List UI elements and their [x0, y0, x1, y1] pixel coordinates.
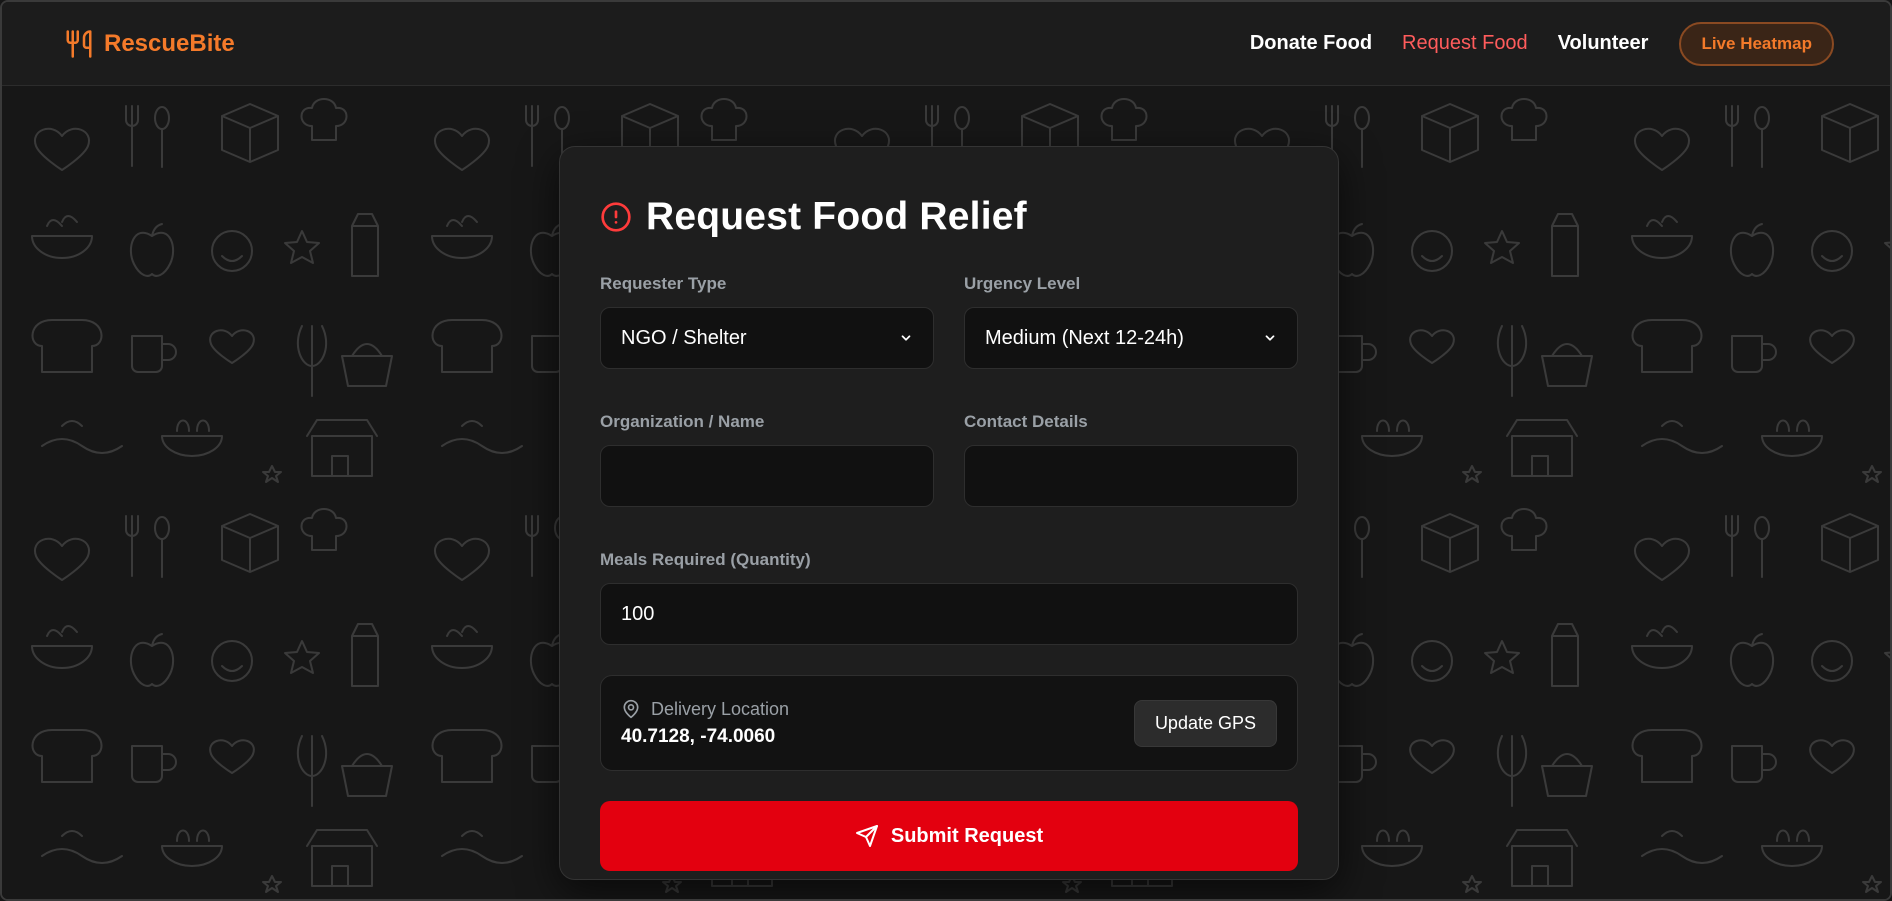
organization-name-input[interactable]	[600, 445, 934, 507]
delivery-location-coords: 40.7128, -74.0060	[621, 725, 776, 747]
delivery-location-info: Delivery Location 40.7128, -74.0060	[621, 699, 789, 748]
organization-name-field: Organization / Name	[600, 411, 934, 507]
submit-request-button[interactable]: Submit Request	[600, 801, 1298, 871]
urgency-level-select[interactable]: Medium (Next 12-24h)	[964, 307, 1298, 369]
requester-type-value: NGO / Shelter	[621, 326, 747, 349]
contact-details-field: Contact Details	[964, 411, 1298, 507]
nav-links: Donate Food Request Food Volunteer Live …	[1250, 21, 1834, 66]
requester-type-label: Requester Type	[600, 274, 727, 293]
form-row-type-urgency: Requester Type NGO / Shelter Urgency Lev…	[600, 273, 1298, 369]
meals-required-field: Meals Required (Quantity)	[600, 549, 1298, 645]
send-icon	[855, 825, 878, 847]
submit-request-label: Submit Request	[890, 824, 1044, 847]
request-form-card: Request Food Relief Requester Type NGO /…	[559, 146, 1339, 880]
alert-circle-icon	[601, 202, 631, 232]
page-title: Request Food Relief	[646, 195, 1027, 238]
update-gps-button[interactable]: Update GPS	[1133, 699, 1277, 747]
urgency-level-value: Medium (Next 12-24h)	[985, 326, 1184, 349]
form-row-meals: Meals Required (Quantity)	[600, 549, 1298, 645]
chevron-down-icon	[1265, 335, 1275, 341]
urgency-level-field: Urgency Level Medium (Next 12-24h)	[964, 273, 1298, 369]
live-heatmap-button[interactable]: Live Heatmap	[1679, 21, 1834, 66]
organization-name-label: Organization / Name	[600, 412, 765, 431]
contact-details-input[interactable]	[964, 445, 1298, 507]
form-row-name-contact: Organization / Name Contact Details	[600, 411, 1298, 507]
top-navbar: RescueBite Donate Food Request Food Volu…	[2, 2, 1890, 86]
chevron-down-icon	[901, 335, 911, 341]
contact-details-label: Contact Details	[964, 412, 1088, 431]
card-header: Request Food Relief	[600, 191, 1298, 243]
delivery-location-label-row: Delivery Location	[621, 699, 789, 720]
brand-name: RescueBite	[104, 29, 235, 57]
app-window: RescueBite Donate Food Request Food Volu…	[0, 0, 1892, 901]
brand[interactable]: RescueBite	[64, 29, 235, 59]
delivery-location-label: Delivery Location	[651, 698, 790, 719]
nav-link-request-food[interactable]: Request Food	[1402, 32, 1528, 55]
requester-type-field: Requester Type NGO / Shelter	[600, 273, 934, 369]
map-pin-icon	[623, 699, 639, 719]
meals-required-input[interactable]	[600, 583, 1298, 645]
delivery-location-box: Delivery Location 40.7128, -74.0060 Upda…	[600, 675, 1298, 771]
utensils-icon	[66, 29, 92, 58]
meals-required-label: Meals Required (Quantity)	[600, 550, 811, 569]
nav-link-volunteer[interactable]: Volunteer	[1558, 32, 1649, 55]
nav-link-donate-food[interactable]: Donate Food	[1250, 32, 1372, 55]
requester-type-select[interactable]: NGO / Shelter	[600, 307, 934, 369]
urgency-level-label: Urgency Level	[964, 274, 1081, 293]
